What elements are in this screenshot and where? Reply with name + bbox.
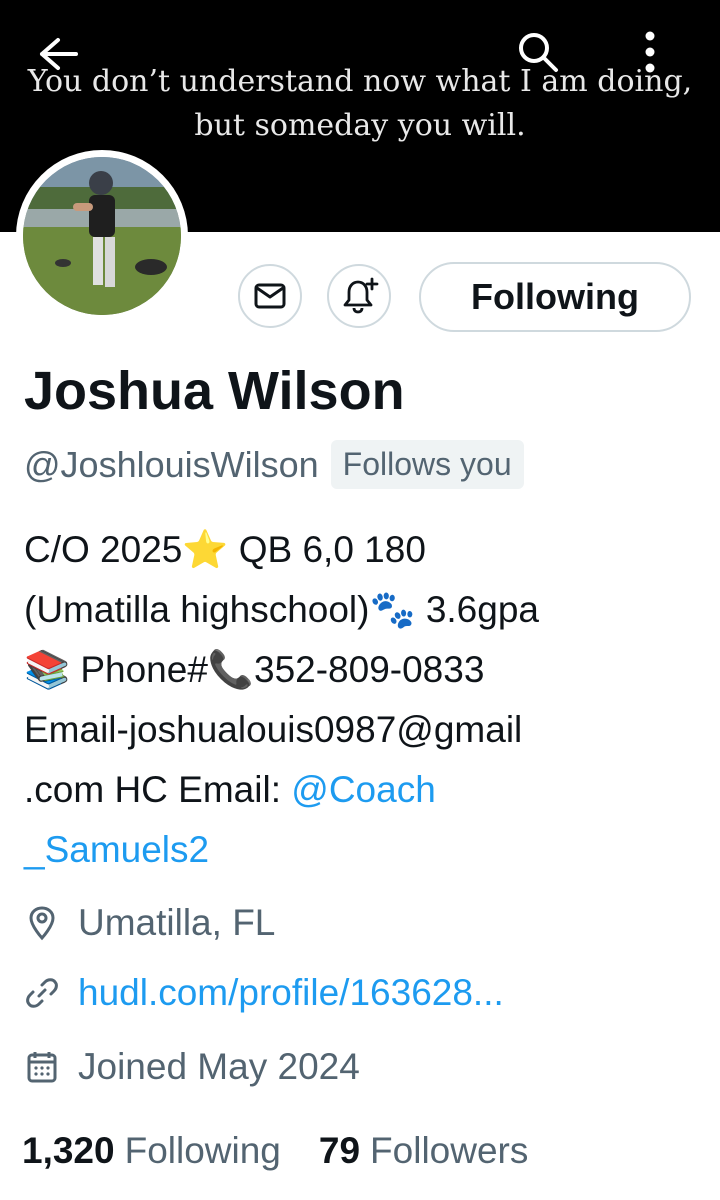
banner-quote-line1: You don’t understand now what I am doing… [27,64,693,99]
followers-label: Followers [370,1130,529,1171]
coach-mention-link[interactable]: @Coach [291,769,436,810]
coach-mention-link-continued[interactable]: _Samuels2 [24,829,209,870]
arrow-left-icon [40,38,78,70]
avatar-photo [23,157,181,315]
bio-line: .com HC Email: @Coach [24,760,704,820]
location-text: Umatilla, FL [78,902,276,943]
following-count: 1,320 [22,1130,115,1171]
follow-stats: 1,320 Following 79 Followers [22,1130,528,1172]
location-row: Umatilla, FL [24,902,275,944]
followers-count: 79 [318,1130,361,1171]
banner-quote-line2: but someday you will. [194,108,526,143]
location-pin-icon [24,905,60,941]
search-button[interactable] [506,20,570,84]
display-name: Joshua Wilson [24,361,405,421]
joined-date: Joined May 2024 [78,1046,360,1087]
profile-bio: C/O 2025⭐ QB 6,0 180 (Umatilla highschoo… [24,520,704,880]
avatar-image [23,157,181,315]
handle-row: @JoshlouisWilson Follows you [24,440,524,489]
calendar-icon [24,1049,60,1085]
bio-text: .com HC Email: [24,769,292,810]
envelope-icon [254,283,286,309]
more-vertical-icon [645,31,655,73]
following-stat[interactable]: 1,320 Following [22,1130,281,1172]
avatar[interactable] [16,150,188,322]
message-button[interactable] [238,264,302,328]
bio-line: (Umatilla highschool)🐾 3.6gpa [24,589,539,630]
more-options-button[interactable] [622,20,678,84]
website-row: hudl.com/profile/163628... [24,972,504,1014]
link-icon [24,975,60,1011]
bio-line: C/O 2025⭐ QB 6,0 180 [24,529,426,570]
user-handle: @JoshlouisWilson [24,443,319,485]
following-label: Following [124,1130,281,1171]
followers-stat[interactable]: 79 Followers [319,1130,528,1172]
notifications-button[interactable] [327,264,391,328]
banner-quote: You don’t understand now what I am doing… [0,60,720,148]
follows-you-badge: Follows you [330,440,524,489]
website-link[interactable]: hudl.com/profile/163628... [78,972,504,1014]
back-button[interactable] [26,26,90,82]
profile-page: You don’t understand now what I am doing… [0,0,720,1200]
bio-line: Email-joshualouis0987@gmail [24,709,523,750]
search-icon [519,33,558,72]
bell-plus-icon [343,277,379,314]
bio-line: _Samuels2 [24,820,704,880]
bio-line: 📚 Phone#📞352-809-0833 [24,649,485,690]
joined-row: Joined May 2024 [24,1046,360,1088]
following-button[interactable]: Following [419,262,691,332]
